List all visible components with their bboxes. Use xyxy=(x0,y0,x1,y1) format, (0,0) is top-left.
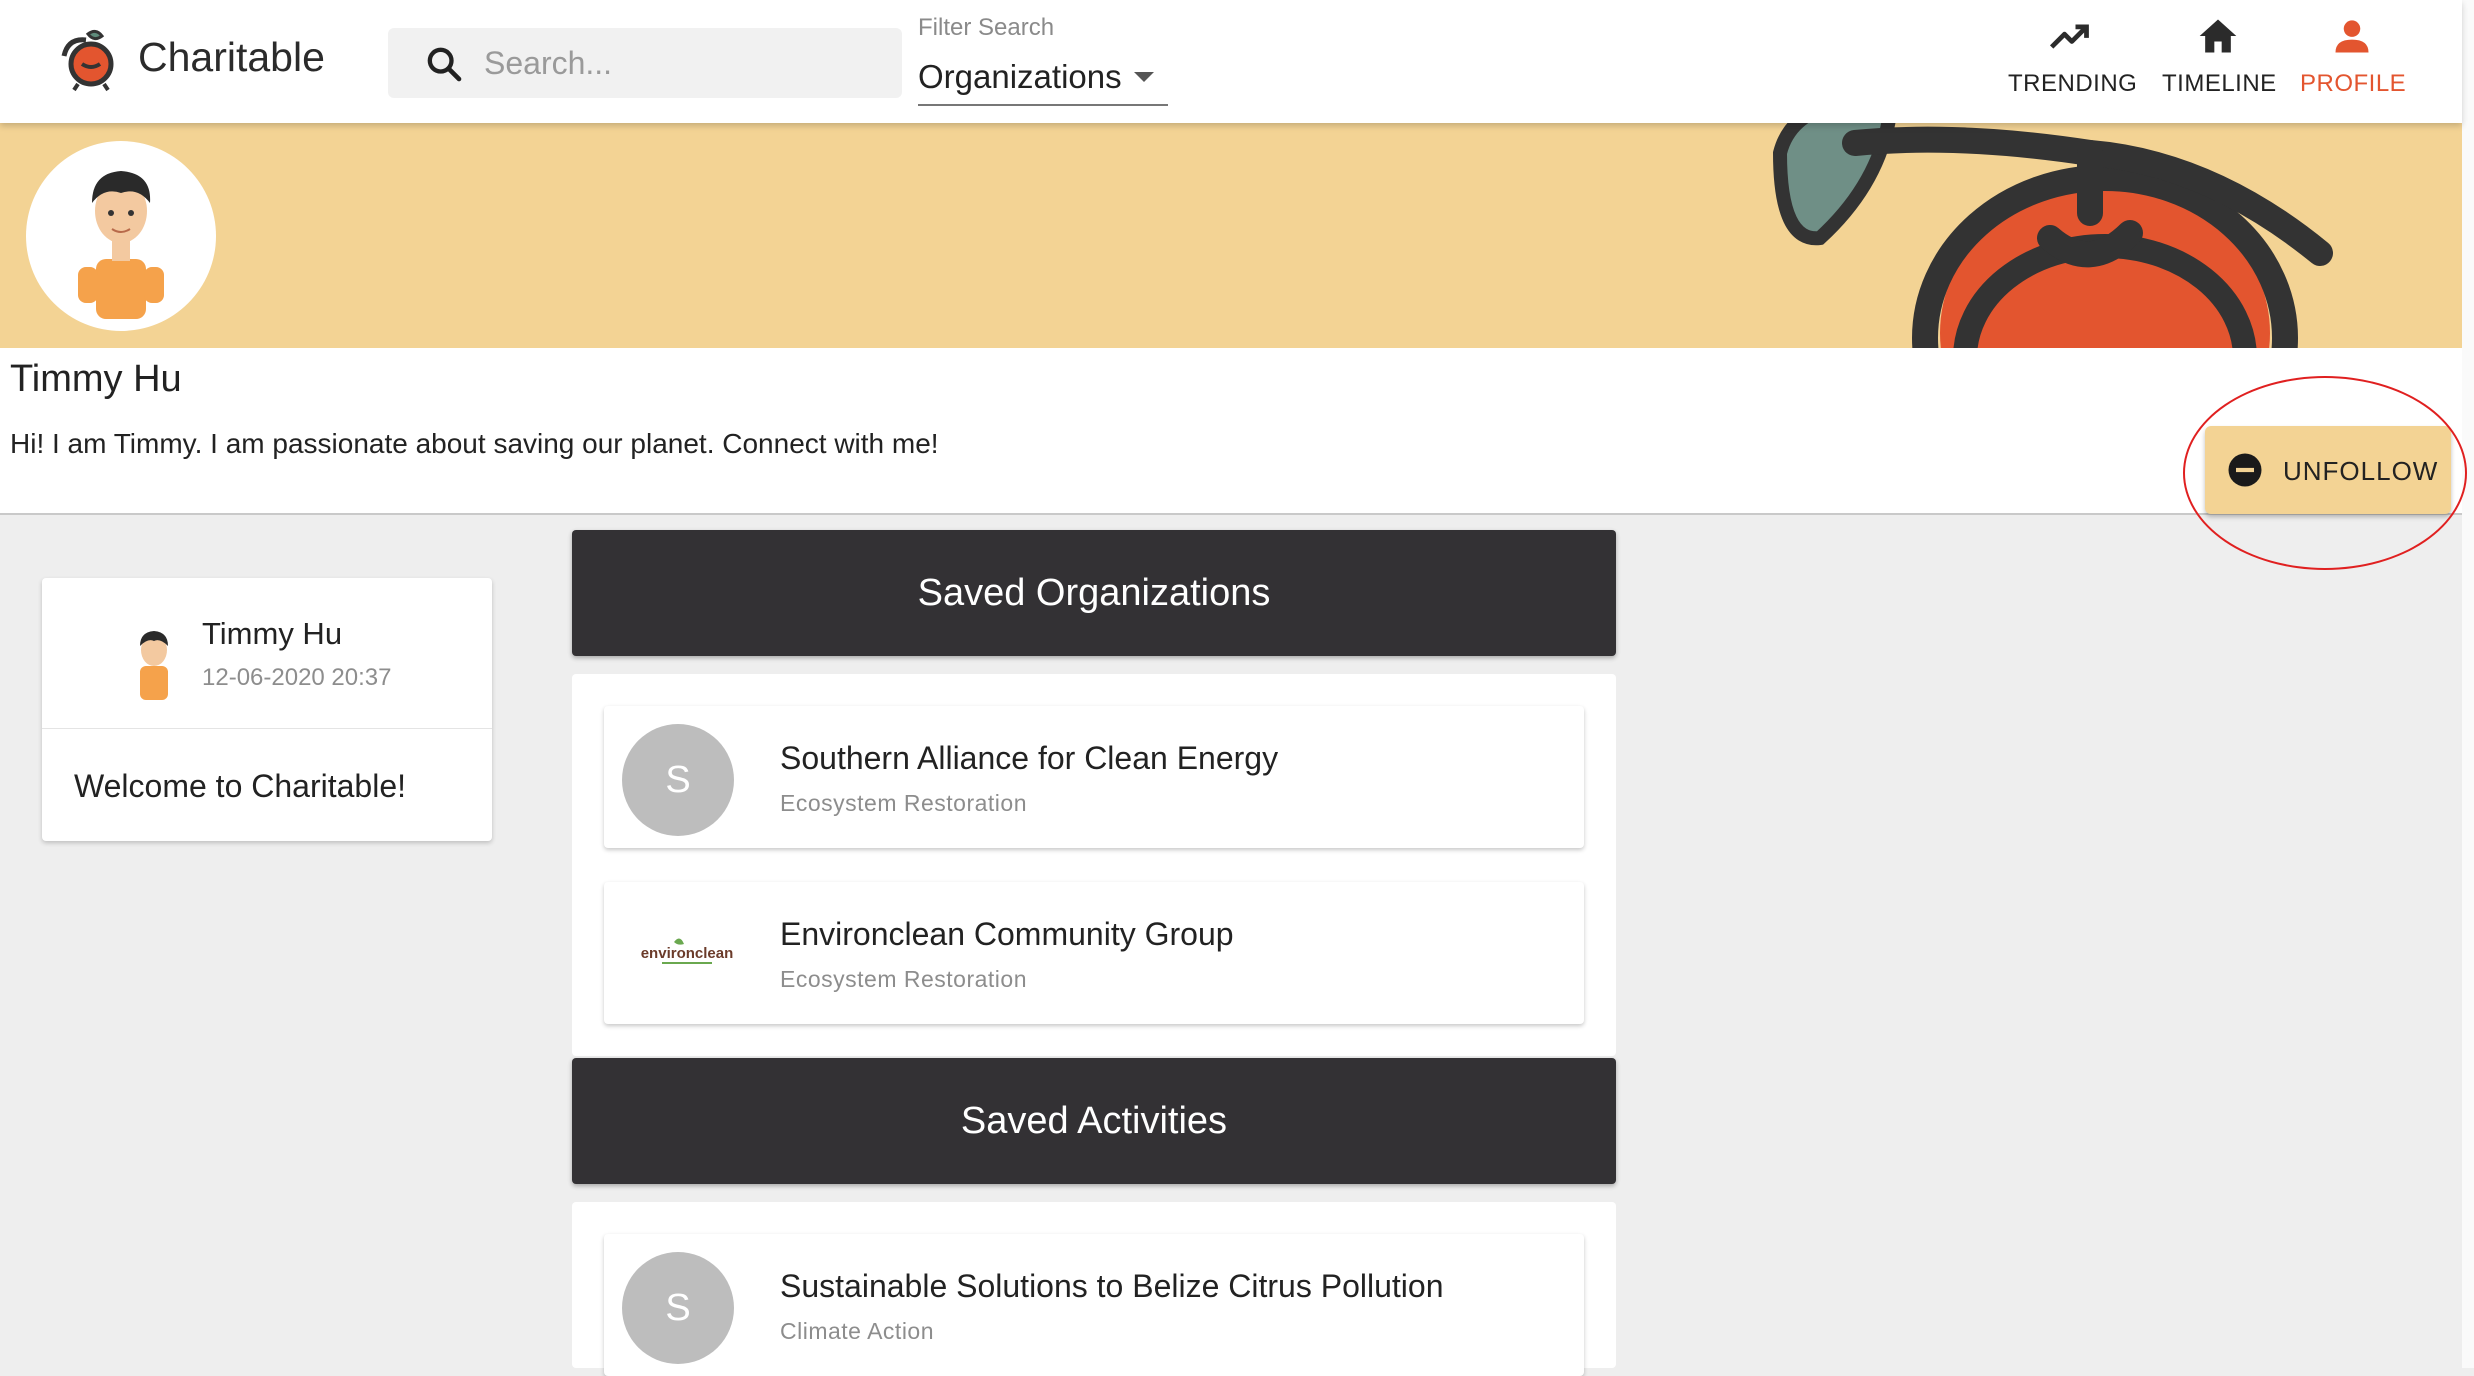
profile-name: Timmy Hu xyxy=(10,358,182,400)
search-box[interactable] xyxy=(388,28,902,98)
filter-selected-value: Organizations xyxy=(918,58,1122,95)
saved-organization-item[interactable]: environclean Environclean Community Grou… xyxy=(604,882,1584,1024)
boy-avatar-small-icon xyxy=(140,631,168,700)
organization-category: Ecosystem Restoration xyxy=(780,966,1027,992)
saved-activities-title: Saved Activities xyxy=(960,1099,1228,1142)
app-brand-name[interactable]: Charitable xyxy=(138,34,325,81)
profile-info-section: Timmy Hu Hi! I am Timmy. I am passionate… xyxy=(0,348,2462,515)
nav-timeline[interactable]: TIMELINE xyxy=(2162,14,2277,104)
highlight-annotation-circle xyxy=(2183,376,2467,570)
saved-activities-header: Saved Activities xyxy=(572,1058,1616,1184)
organization-avatar: S xyxy=(622,724,734,836)
top-app-bar: Charitable Filter Search Organizations T… xyxy=(0,0,2462,123)
saved-activity-item[interactable]: S Sustainable Solutions to Belize Citrus… xyxy=(604,1234,1584,1376)
profile-banner xyxy=(0,123,2462,348)
nav-label-timeline: TIMELINE xyxy=(2162,70,2277,97)
nav-profile[interactable]: PROFILE xyxy=(2300,14,2407,104)
activity-category: Climate Action xyxy=(780,1318,935,1344)
organization-name: Environclean Community Group xyxy=(780,916,1234,952)
boy-avatar-icon xyxy=(78,171,164,319)
activity-name: Sustainable Solutions to Belize Citrus P… xyxy=(780,1268,1444,1304)
window-edge xyxy=(2462,0,2474,1368)
search-icon xyxy=(427,47,462,82)
dropdown-caret-icon xyxy=(1134,72,1154,82)
home-icon xyxy=(2199,19,2237,53)
charitable-logo-icon[interactable] xyxy=(58,26,120,92)
trending-up-icon xyxy=(2049,24,2089,49)
timeline-post-card[interactable]: Timmy Hu 12-06-2020 20:37 Welcome to Cha… xyxy=(42,578,492,841)
filter-search-select[interactable]: Organizations xyxy=(918,52,1168,106)
organization-name: Southern Alliance for Clean Energy xyxy=(780,740,1279,776)
svg-text:environclean: environclean xyxy=(641,945,734,962)
profile-avatar[interactable] xyxy=(26,141,216,331)
person-icon xyxy=(2335,20,2369,53)
post-author-name: Timmy Hu xyxy=(202,616,343,651)
saved-organizations-title: Saved Organizations xyxy=(917,571,1271,614)
post-body-text: Welcome to Charitable! xyxy=(74,768,406,804)
banner-tomato-illustration xyxy=(1772,123,2333,348)
environclean-logo: environclean xyxy=(641,938,734,964)
post-timestamp: 12-06-2020 20:37 xyxy=(202,664,392,691)
post-divider xyxy=(42,728,492,729)
post-author-avatar xyxy=(90,616,220,706)
nav-label-profile: PROFILE xyxy=(2300,70,2407,97)
saved-activities-list: S Sustainable Solutions to Belize Citrus… xyxy=(572,1202,1616,1376)
organization-category: Ecosystem Restoration xyxy=(780,790,1027,816)
activity-avatar: S xyxy=(622,1252,734,1364)
nav-label-trending: TRENDING xyxy=(2008,70,2138,97)
saved-organizations-header: Saved Organizations xyxy=(572,530,1616,656)
filter-search-label: Filter Search xyxy=(918,14,1055,41)
saved-organizations-list: S Southern Alliance for Clean Energy Eco… xyxy=(572,674,1616,1056)
search-input[interactable] xyxy=(482,36,886,90)
saved-organization-item[interactable]: S Southern Alliance for Clean Energy Eco… xyxy=(604,706,1584,848)
nav-trending[interactable]: TRENDING xyxy=(2008,14,2138,104)
profile-bio: Hi! I am Timmy. I am passionate about sa… xyxy=(10,428,939,459)
